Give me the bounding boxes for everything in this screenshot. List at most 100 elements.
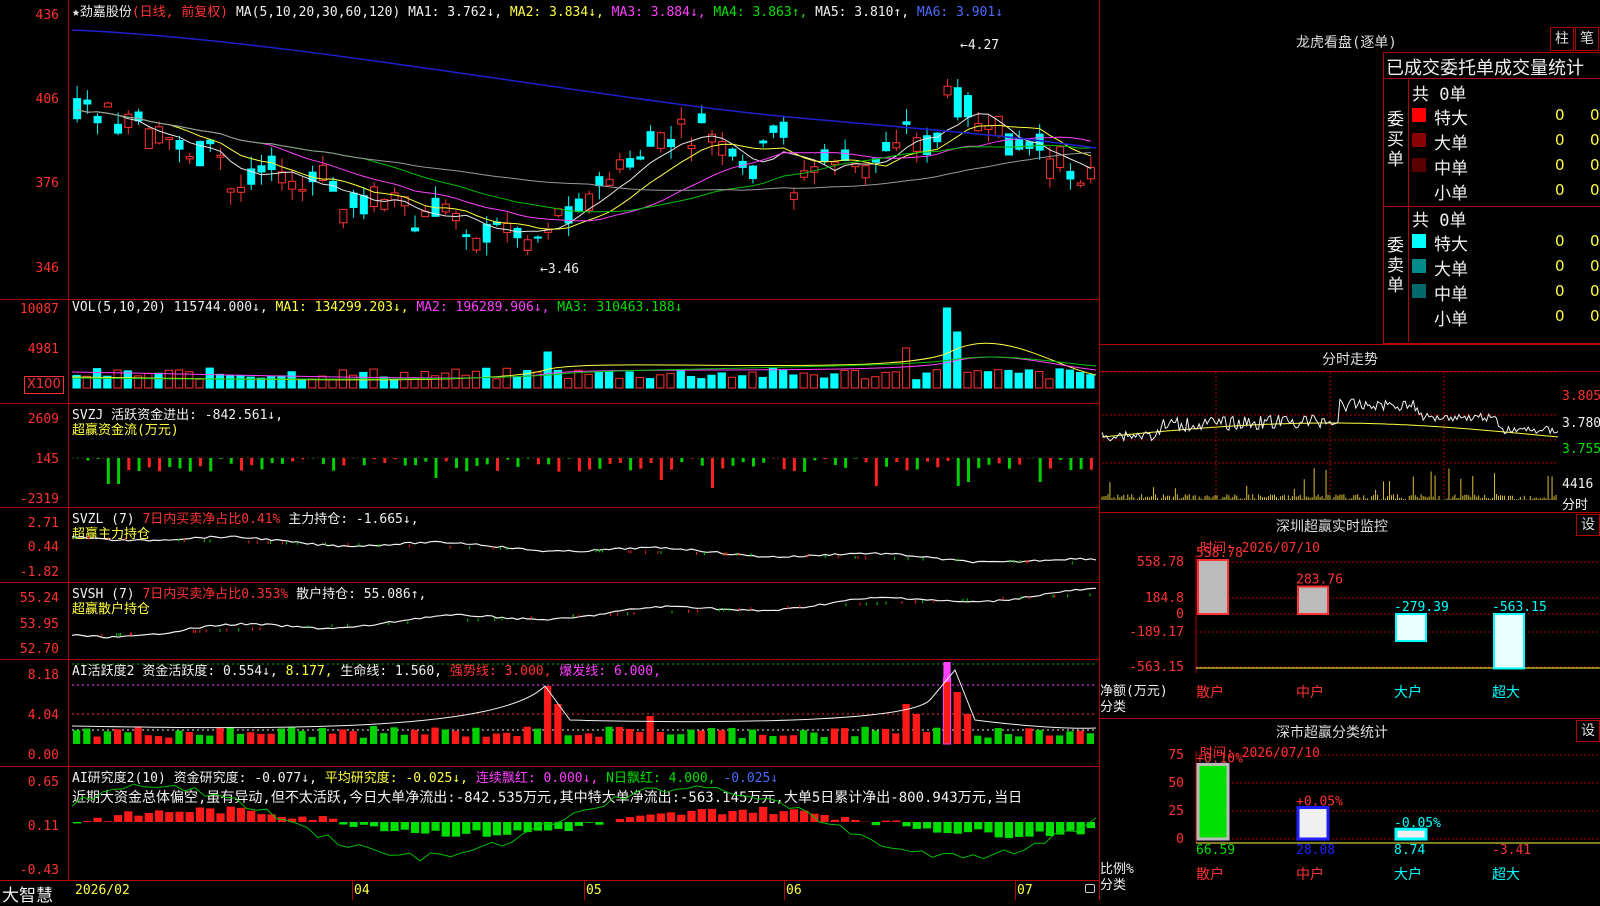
order-name: 中单 — [1434, 280, 1468, 305]
research-bar — [452, 822, 460, 837]
candle-body — [217, 155, 224, 157]
research-bar — [1046, 822, 1054, 836]
research-bar — [104, 821, 112, 822]
activity-bar — [780, 736, 787, 744]
research-bar — [503, 822, 511, 835]
research-bar — [93, 818, 101, 822]
order-count: 0 — [1555, 307, 1565, 325]
classify-value-label: 28.08 — [1296, 843, 1335, 858]
ai-research-panel[interactable]: AI研究度2(10) 资金研究度: -0.077↓, 平均研究度: -0.025… — [0, 767, 1099, 881]
volume-bar — [1015, 373, 1022, 388]
activity-bar — [247, 732, 254, 744]
tick-view-button[interactable]: 笔 — [1575, 27, 1599, 51]
volume-bar — [145, 373, 152, 388]
research-bar — [646, 815, 654, 822]
research-bar — [165, 812, 173, 822]
volume-panel[interactable]: VOL(5,10,20) 115744.000↓, MA1: 134299.20… — [0, 300, 1099, 404]
fund-flow-bar — [578, 458, 581, 471]
monitor-panel[interactable]: 深圳超赢实时监控 设 时间: 2026/07/10 净额(万元) 分类 558.… — [1100, 513, 1600, 719]
candle-body — [1077, 183, 1084, 185]
order-pct: 0% — [1590, 131, 1600, 149]
volume-bar — [319, 376, 326, 388]
activity-bar — [954, 692, 961, 744]
vol-ma-yellow — [72, 343, 1096, 380]
fund-flow-bar — [824, 458, 827, 459]
intraday-chart[interactable] — [1100, 345, 1600, 512]
activity-bar — [718, 730, 725, 744]
candle-body — [1036, 134, 1043, 150]
price-panel[interactable]: ★劲嘉股份(日线, 前复权) MA(5,10,20,30,60,120) MA1… — [0, 0, 1099, 300]
intraday-panel[interactable]: 分时走势 3.805 3.780 3.755 4416 分时 — [1100, 345, 1600, 513]
activity-bar — [575, 735, 582, 744]
svzj-panel[interactable]: SVZJ 活跃资金进出: -842.561↓, 超赢资金流(万元) 2609 1… — [0, 404, 1099, 508]
classify-bar — [1198, 764, 1228, 839]
activity-bar — [585, 733, 592, 744]
classify-tick-label: 25 — [1168, 804, 1184, 819]
research-bar — [1005, 822, 1013, 838]
candlestick-chart[interactable] — [0, 0, 1099, 299]
fund-flow-bar — [568, 458, 571, 459]
classify-bar-chart: 7550250+0.10%66.59散户+0.05%28.08中户-0.05%8… — [1100, 719, 1600, 900]
research-bar — [390, 822, 398, 831]
volume-bar — [790, 375, 797, 388]
activity-bar — [431, 728, 438, 744]
candle-body — [893, 143, 900, 148]
activity-bar — [964, 714, 971, 744]
research-bar — [134, 816, 142, 822]
fund-flow-bar — [793, 458, 796, 471]
classify-change-label: +0.10% — [1196, 751, 1243, 766]
holding-line — [72, 536, 1096, 563]
volume-bar — [503, 368, 510, 388]
candle-body — [760, 141, 767, 143]
activity-bar — [923, 732, 930, 744]
activity-bar — [1036, 730, 1043, 744]
research-bar — [728, 811, 736, 822]
dragon-panel[interactable]: 龙虎看盘(逐单) 柱 笔 已成交委托单成交量统计 委买单 委卖单 共 0单 共 … — [1100, 0, 1600, 345]
dragon-col-divider — [1408, 78, 1409, 342]
date-tick-4 — [1015, 881, 1016, 900]
volume-bar — [216, 374, 223, 388]
candle-body — [473, 238, 480, 250]
classify-panel[interactable]: 深市超赢分类统计 设 时间: 2026/07/10 比例% 分类 7550250… — [1100, 719, 1600, 900]
activity-bar — [605, 727, 612, 744]
ma4-line — [77, 110, 1091, 212]
bar-view-button[interactable]: 柱 — [1550, 27, 1574, 51]
activity-bar — [657, 732, 664, 744]
fund-flow-bar — [701, 458, 704, 466]
fund-flow-bar — [168, 458, 171, 467]
activity-bar — [370, 726, 377, 744]
date-label-5: 07 — [1017, 883, 1033, 898]
research-bar — [923, 822, 931, 828]
candle-body — [237, 187, 244, 192]
monitor-tick-label: -189.17 — [1129, 625, 1184, 640]
monitor-value-label: 558.78 — [1196, 546, 1243, 561]
date-tick-3 — [784, 881, 785, 900]
candle-body — [862, 166, 869, 178]
research-bar — [462, 822, 470, 834]
candle-body — [596, 177, 603, 186]
monitor-bar — [1396, 614, 1426, 641]
candle-body — [258, 166, 265, 172]
research-bar — [155, 810, 163, 822]
candle-body — [504, 224, 511, 233]
svsh-panel[interactable]: SVSH (7) 7日内买卖净占比0.353% 散户持仓: 55.086↑, 超… — [0, 583, 1099, 660]
fund-flow-bar — [506, 458, 509, 460]
order-row: 中单00% — [1412, 280, 1598, 304]
retail-holding-line — [0, 583, 1099, 659]
volume-bar — [483, 368, 490, 388]
activity-bar — [1066, 731, 1073, 744]
ai-activity-panel[interactable]: AI活跃度2 资金活跃度: 0.554↓, 8.177, 生命线: 1.560,… — [0, 660, 1099, 767]
research-bar — [544, 822, 552, 830]
activity-bar — [83, 729, 90, 744]
fund-flow-bar — [875, 458, 878, 486]
candle-body — [678, 119, 685, 124]
activity-bar — [165, 738, 172, 744]
order-pct: 0% — [1590, 181, 1600, 199]
svzl-panel[interactable]: SVZL (7) 7日内买卖净占比0.41% 主力持仓: -1.665↓, 超赢… — [0, 508, 1099, 583]
lock-icon[interactable] — [1085, 884, 1095, 893]
monitor-category-label: 超大 — [1492, 685, 1520, 701]
date-label-2: 04 — [354, 883, 370, 898]
order-name: 小单 — [1434, 305, 1468, 330]
activity-bar — [759, 735, 766, 744]
order-count: 0 — [1555, 131, 1565, 149]
